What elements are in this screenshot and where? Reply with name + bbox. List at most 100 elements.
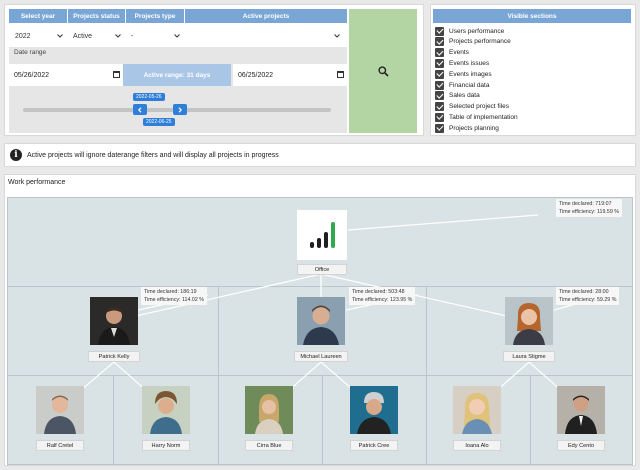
checkbox-checked-icon[interactable] [435, 58, 444, 68]
person-photo-icon [350, 386, 398, 434]
avatar-patrick-kelly[interactable] [90, 297, 138, 345]
search-button[interactable] [349, 9, 417, 133]
manager-label[interactable]: Laura Stigme [503, 351, 555, 362]
chevron-down-icon [115, 34, 121, 38]
section-checkbox-label: Projects performance [449, 38, 511, 46]
date-to-input[interactable]: 06/25/2022 [233, 64, 347, 86]
checkbox-checked-icon[interactable] [435, 123, 444, 133]
stat-time-declared: Time declared: 186:19 [144, 289, 197, 295]
select-year[interactable]: 2022 [9, 27, 67, 45]
org-chart: Office Time declared: 719:07 Time effici… [7, 197, 633, 465]
search-icon [377, 65, 389, 77]
stat-time-efficiency: Time efficiency: 123.95 % [352, 297, 413, 303]
chevron-down-icon [57, 34, 63, 38]
visible-sections-title: Visible sections [433, 9, 631, 23]
date-from-value: 05/26/2022 [14, 71, 50, 79]
section-checkbox-label: Events issues [449, 59, 490, 67]
section-checkbox-label: Projects planning [449, 124, 499, 132]
stat-time-declared: Time declared: 503:48 [352, 289, 405, 295]
header-projects-type: Projects type [126, 9, 184, 23]
section-checkbox-item[interactable]: Financial data [435, 80, 489, 90]
avatar-harry-norm[interactable] [142, 386, 190, 434]
section-checkbox-item[interactable]: Table of implementation [435, 112, 518, 122]
section-checkbox-item[interactable]: Sales data [435, 91, 480, 101]
section-checkbox-label: Sales data [449, 92, 480, 100]
section-checkbox-item[interactable]: Events [435, 48, 469, 58]
avatar-patrick-cree[interactable] [350, 386, 398, 434]
office-stats: Time declared: 719:07 Time efficiency: 1… [556, 199, 622, 217]
checkbox-checked-icon[interactable] [435, 48, 444, 58]
select-active-projects[interactable] [185, 27, 347, 45]
slider-handle-left[interactable] [133, 104, 147, 115]
person-photo-icon [557, 386, 605, 434]
info-icon: i [10, 149, 22, 161]
visible-sections-panel: Visible sections Users performance Projec… [430, 4, 636, 136]
member-label[interactable]: Edy Cento [557, 440, 605, 451]
chevron-down-icon [174, 34, 180, 38]
active-range-badge: Active range: 31 days [123, 64, 231, 86]
section-checkbox-item[interactable]: Projects planning [435, 123, 499, 133]
header-projects-status: Projects status [68, 9, 125, 23]
date-area [9, 47, 347, 133]
select-type[interactable]: - [126, 27, 184, 45]
avatar-cirra-blue[interactable] [245, 386, 293, 434]
info-text: Active projects will ignore daterange fi… [27, 152, 279, 159]
person-photo-icon [453, 386, 501, 434]
section-checkbox-item[interactable]: Events images [435, 69, 492, 79]
section-checkbox-item[interactable]: Projects performance [435, 37, 511, 47]
section-checkbox-label: Events images [449, 70, 492, 78]
member-label[interactable]: Patrick Cree [350, 440, 398, 451]
person-photo-icon [505, 297, 553, 345]
slider-handle-right[interactable] [173, 104, 187, 115]
avatar-michael-laureen[interactable] [297, 297, 345, 345]
work-performance-panel: Work performance Office Time declared: 7… [4, 174, 636, 466]
manager-label[interactable]: Michael Laureen [294, 351, 348, 362]
date-to-value: 06/25/2022 [238, 71, 274, 79]
stat-time-efficiency: Time efficiency: 119.59 % [559, 209, 619, 215]
person-photo-icon [90, 297, 138, 345]
person-photo-icon [36, 386, 84, 434]
avatar-edy-cento[interactable] [557, 386, 605, 434]
select-status-value: Active [73, 32, 93, 40]
section-checkbox-label: Events [449, 49, 469, 57]
checkbox-checked-icon[interactable] [435, 26, 444, 36]
select-year-value: 2022 [15, 32, 31, 40]
header-active-projects: Active projects [185, 9, 347, 23]
checkbox-checked-icon[interactable] [435, 37, 444, 47]
calendar-icon [337, 71, 344, 78]
checkbox-checked-icon[interactable] [435, 112, 444, 122]
manager-stats: Time declared: 28:00 Time efficiency: 59… [556, 287, 620, 305]
manager-label[interactable]: Patrick Kelly [88, 351, 140, 362]
select-status[interactable]: Active [68, 27, 125, 45]
section-checkbox-item[interactable]: Events issues [435, 58, 489, 68]
member-label[interactable]: Harry Norm [142, 440, 190, 451]
section-checkbox-label: Selected project files [449, 103, 509, 111]
avatar-laura-stigme[interactable] [505, 297, 553, 345]
date-range-label: Date range [14, 49, 47, 56]
calendar-icon [113, 71, 120, 78]
checkbox-checked-icon[interactable] [435, 69, 444, 79]
section-checkbox-item[interactable]: Selected project files [435, 102, 509, 112]
info-bar: i Active projects will ignore daterange … [4, 143, 636, 167]
select-type-value: - [131, 32, 134, 40]
section-checkbox-label: Users performance [449, 27, 505, 35]
slider-bottom-label: 2022-06-25 [143, 118, 175, 126]
office-logo[interactable] [297, 210, 347, 260]
filters-panel: Select year Projects status Projects typ… [4, 4, 424, 136]
office-label[interactable]: Office [297, 264, 347, 275]
avatar-ralf-cretel[interactable] [36, 386, 84, 434]
section-checkbox-item[interactable]: Users performance [435, 26, 504, 36]
checkbox-checked-icon[interactable] [435, 80, 444, 90]
person-photo-icon [245, 386, 293, 434]
checkbox-checked-icon[interactable] [435, 91, 444, 101]
section-checkbox-label: Table of implementation [449, 113, 518, 121]
member-label[interactable]: Cirra Blue [245, 440, 293, 451]
avatar-ioana-alo[interactable] [453, 386, 501, 434]
header-select-year: Select year [9, 9, 67, 23]
member-label[interactable]: Ralf Cretel [36, 440, 84, 451]
member-label[interactable]: Ioana Alo [453, 440, 501, 451]
manager-stats: Time declared: 503:48 Time efficiency: 1… [349, 287, 416, 305]
date-from-input[interactable]: 05/26/2022 [9, 64, 123, 86]
checkbox-checked-icon[interactable] [435, 102, 444, 112]
bar-chart-logo-icon [310, 222, 335, 248]
